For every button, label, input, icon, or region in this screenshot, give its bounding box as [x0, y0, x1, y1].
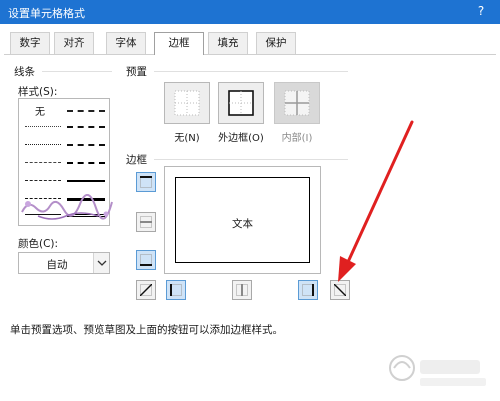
preset-group-title: 预置 [126, 66, 147, 78]
border-left-button[interactable] [166, 280, 186, 300]
line-style-slanted-dash-dot[interactable] [65, 121, 107, 133]
tab-number[interactable]: 数字 [10, 32, 50, 54]
line-group-separator [42, 71, 112, 72]
preset-inside-icon [284, 90, 310, 116]
preset-inside-label: 内部(I) [281, 133, 313, 144]
line-style-dotted-fine[interactable] [23, 121, 63, 133]
border-inside-horizontal-button[interactable] [136, 212, 156, 232]
border-diagonal-down-button[interactable] [330, 280, 350, 300]
diagonal-down-icon [334, 284, 346, 296]
dialog-title: 设置单元格格式 [8, 7, 85, 20]
line-style-dash-dot-dot[interactable] [23, 157, 63, 169]
tab-fill[interactable]: 填充 [208, 32, 248, 54]
help-button[interactable]: ? [474, 4, 488, 18]
border-group-separator [154, 159, 348, 160]
title-bar: 设置单元格格式 ? [0, 0, 500, 24]
line-style-medium[interactable] [65, 175, 107, 187]
line-style-medium-dash-dot-dot[interactable] [65, 105, 107, 117]
tab-divider [4, 54, 496, 55]
preset-inside-button [274, 82, 320, 124]
line-group-title: 线条 [14, 66, 35, 78]
border-bottom-icon [140, 254, 152, 266]
line-style-label: 样式(S): [18, 86, 58, 98]
preset-outline-button[interactable] [218, 82, 264, 124]
color-dropdown-value: 自动 [46, 259, 68, 271]
border-preview[interactable]: 文本 [164, 166, 321, 274]
line-style-none[interactable]: 无 [35, 103, 45, 118]
border-left-icon [170, 284, 182, 296]
preset-outline-icon [228, 90, 254, 116]
line-style-dotted[interactable] [23, 139, 63, 151]
tab-alignment[interactable]: 对齐 [54, 32, 94, 54]
hint-text: 单击预置选项、预览草图及上面的按钮可以添加边框样式。 [10, 324, 283, 336]
watermark-badge [389, 355, 486, 386]
border-diagonal-up-button[interactable] [136, 280, 156, 300]
chevron-down-icon[interactable] [93, 253, 109, 273]
border-top-icon [140, 176, 152, 188]
border-inside-vertical-button[interactable] [232, 280, 252, 300]
color-label: 颜色(C): [18, 238, 59, 250]
line-style-dash-dot[interactable] [23, 175, 63, 187]
preset-none-icon [174, 90, 200, 116]
preset-none-button[interactable] [164, 82, 210, 124]
line-style-medium-dash-dot[interactable] [65, 139, 107, 151]
border-bottom-button[interactable] [136, 250, 156, 270]
border-group-title: 边框 [126, 154, 147, 166]
tab-font[interactable]: 字体 [106, 32, 146, 54]
border-right-button[interactable] [298, 280, 318, 300]
diagonal-up-icon [140, 284, 152, 296]
color-dropdown[interactable]: 自动 [18, 252, 110, 274]
border-preview-text: 文本 [232, 218, 253, 230]
border-right-icon [302, 284, 314, 296]
tab-border[interactable]: 边框 [154, 32, 204, 55]
tab-protection[interactable]: 保护 [256, 32, 296, 54]
line-style-medium-dashed[interactable] [65, 157, 107, 169]
border-inside-horizontal-icon [140, 216, 152, 228]
border-top-button[interactable] [136, 172, 156, 192]
watermark-logo [21, 194, 113, 220]
preset-group-separator [154, 71, 348, 72]
border-inside-vertical-icon [236, 284, 248, 296]
